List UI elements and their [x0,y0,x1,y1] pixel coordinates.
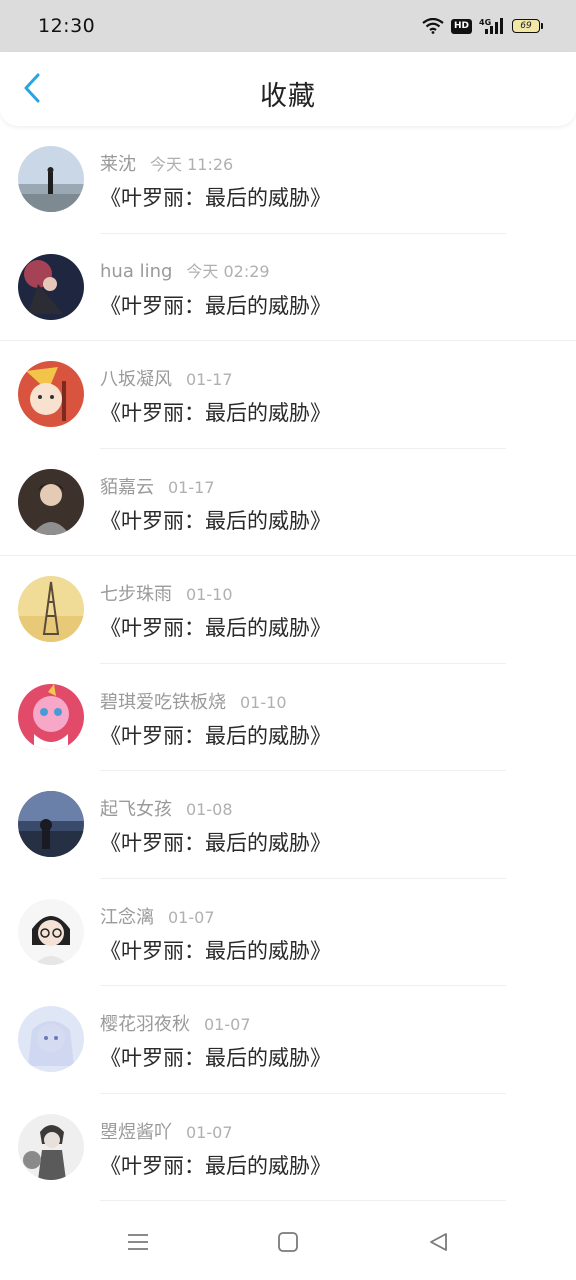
favorite-item[interactable]: 七步珠雨 01-10 《叶罗丽：最后的威胁》 [0,556,576,664]
status-icons: HD 4G 69 [422,17,543,35]
home-button[interactable] [268,1224,308,1264]
user-name: 碧琪爱吃铁板烧 [100,691,226,713]
item-meta: 樱花羽夜秋 01-07 [100,1010,251,1036]
item-date: 01-07 [186,1122,233,1142]
item-title: 《叶罗丽：最后的威胁》 [100,1153,331,1178]
svg-text:4G: 4G [479,18,491,27]
user-name: 貊嘉云 [100,476,154,498]
item-date: 今天 11:26 [150,155,234,174]
user-name: 起飞女孩 [100,799,172,820]
battery-icon: 69 [512,19,543,33]
item-title: 《叶罗丽：最后的威胁》 [100,508,331,533]
item-meta: 八坂凝风 01-17 [100,365,233,391]
hd-badge: HD [450,18,472,34]
avatar[interactable] [18,898,84,965]
avatar[interactable] [18,468,84,535]
back-triangle-icon [427,1231,449,1257]
avatar[interactable] [18,253,84,320]
favorites-list: 莱沈 今天 11:26 《叶罗丽：最后的威胁》 hua ling 今天 02:29 … [0,126,576,1201]
avatar[interactable] [18,361,84,427]
item-date: 01-17 [186,370,233,389]
status-time: 12:30 [38,15,96,37]
item-title: 《叶罗丽：最后的威胁》 [100,1046,331,1070]
user-name: hua ling [100,260,173,282]
user-name: 莱沈 [100,154,136,175]
item-meta: 莱沈 今天 11:26 [100,150,233,176]
favorite-item[interactable]: 樱花羽夜秋 01-07 《叶罗丽：最后的威胁》 [0,986,576,1094]
item-date: 01-07 [204,1015,251,1034]
avatar[interactable] [18,146,84,212]
system-nav-bar [0,1208,576,1280]
battery-level: 69 [520,21,532,31]
user-name: 江念漓 [100,906,154,928]
menu-icon [127,1232,149,1256]
item-title: 《叶罗丽：最后的威胁》 [100,186,331,210]
item-title: 《叶罗丽：最后的威胁》 [100,723,331,748]
home-square-icon [277,1231,299,1257]
favorite-item[interactable]: 曌煜酱吖 01-07 《叶罗丽：最后的威胁》 [0,1094,576,1202]
favorite-item[interactable]: 貊嘉云 01-17 《叶罗丽：最后的威胁》 [0,449,576,557]
avatar[interactable] [18,1006,84,1072]
cell-signal-icon: 4G [479,17,505,35]
item-meta: 貊嘉云 01-17 [100,473,215,499]
item-date: 01-10 [240,692,287,712]
item-title: 《叶罗丽：最后的威胁》 [100,616,331,640]
user-name: 七步珠雨 [100,584,172,605]
menu-button[interactable] [118,1224,158,1264]
user-name: 八坂凝风 [100,369,172,390]
page-title: 收藏 [260,81,316,112]
favorite-item[interactable]: 莱沈 今天 11:26 《叶罗丽：最后的威胁》 [0,126,576,234]
item-date: 今天 02:29 [186,261,270,281]
item-title: 《叶罗丽：最后的威胁》 [100,293,331,318]
favorite-item[interactable]: hua ling 今天 02:29 《叶罗丽：最后的威胁》 [0,234,576,342]
favorite-item[interactable]: 起飞女孩 01-08 《叶罗丽：最后的威胁》 [0,771,576,879]
item-meta: 曌煜酱吖 01-07 [100,1118,233,1144]
item-title: 《叶罗丽：最后的威胁》 [100,401,331,425]
item-date: 01-10 [186,585,233,604]
item-meta: hua ling 今天 02:29 [100,258,270,282]
avatar[interactable] [18,576,84,642]
user-name: 樱花羽夜秋 [100,1014,190,1035]
item-meta: 江念漓 01-07 [100,903,215,929]
user-name: 曌煜酱吖 [100,1121,172,1143]
item-title: 《叶罗丽：最后的威胁》 [100,831,331,855]
favorite-item[interactable]: 碧琪爱吃铁板烧 01-10 《叶罗丽：最后的威胁》 [0,664,576,772]
item-date: 01-07 [168,907,215,927]
header: 收藏 [0,52,576,126]
favorite-item[interactable]: 八坂凝风 01-17 《叶罗丽：最后的威胁》 [0,341,576,449]
nav-back-button[interactable] [418,1224,458,1264]
item-meta: 起飞女孩 01-08 [100,795,233,821]
item-title: 《叶罗丽：最后的威胁》 [100,938,331,963]
avatar[interactable] [18,1113,84,1180]
status-bar: 12:30 HD 4G 69 [0,0,576,52]
favorite-item[interactable]: 江念漓 01-07 《叶罗丽：最后的威胁》 [0,879,576,987]
item-date: 01-08 [186,800,233,819]
wifi-icon [422,18,444,34]
item-date: 01-17 [168,477,215,497]
avatar[interactable] [18,791,84,857]
item-meta: 碧琪爱吃铁板烧 01-10 [100,688,287,714]
item-meta: 七步珠雨 01-10 [100,580,233,606]
avatar[interactable] [18,683,84,750]
